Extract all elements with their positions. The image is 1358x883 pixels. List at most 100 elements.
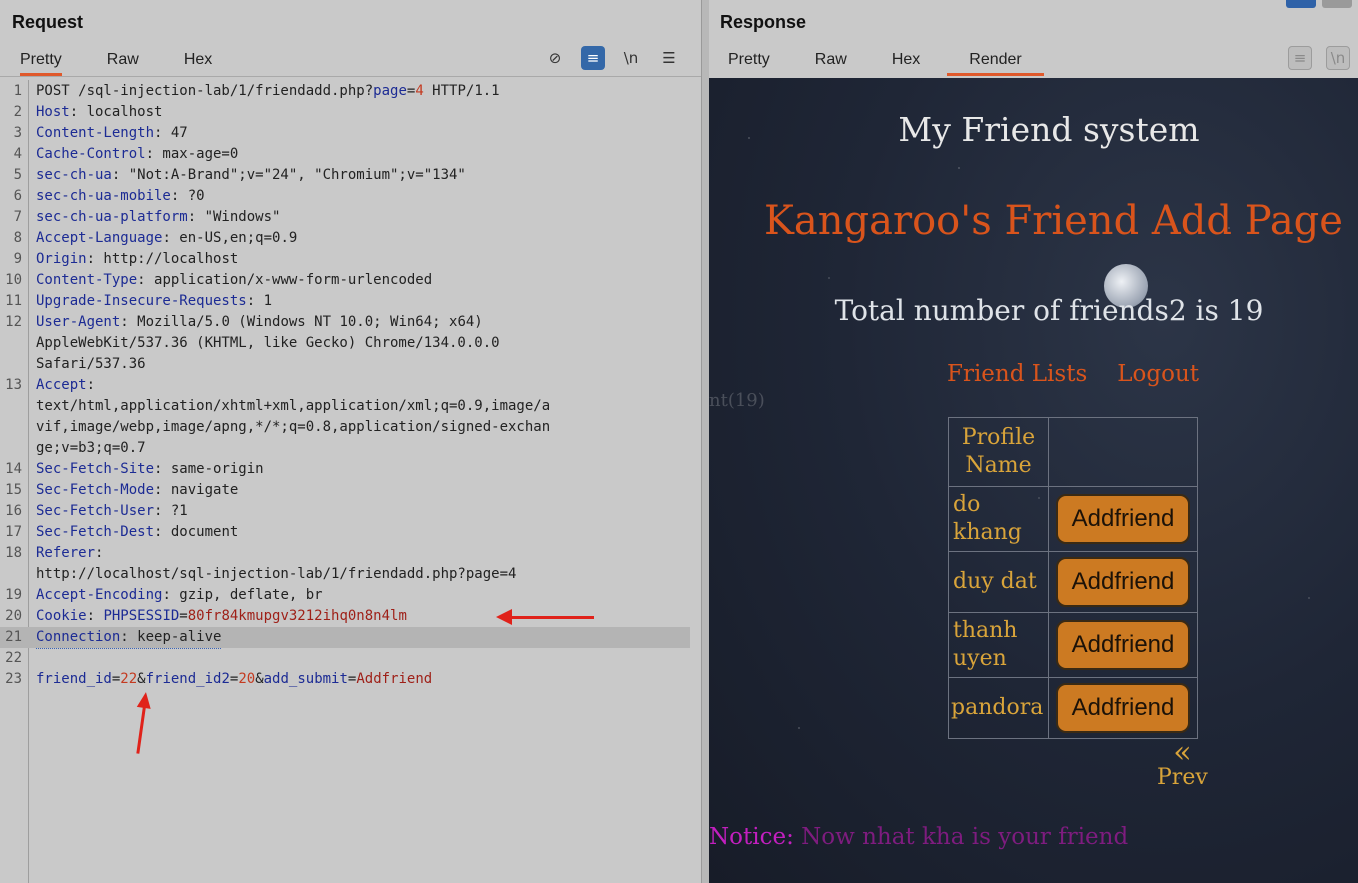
cookie-arrow-annotation xyxy=(496,609,594,625)
code-line[interactable]: 3 Content-Length: 47 xyxy=(0,123,690,144)
line-text: Content-Type: application/x-www-form-url… xyxy=(36,272,433,288)
wrap-lines-icon[interactable]: ≡ xyxy=(1288,46,1312,70)
code-line[interactable]: 7 sec-ch-ua-platform: "Windows" xyxy=(0,207,690,228)
profile-name-header: Profile Name xyxy=(949,418,1049,486)
code-line[interactable]: 19 Accept-Encoding: gzip, deflate, br xyxy=(0,585,690,606)
add-friend-button[interactable]: Addfriend xyxy=(1056,494,1190,544)
code-line[interactable]: 18 Referer: xyxy=(0,543,690,564)
code-line[interactable]: 6 sec-ch-ua-mobile: ?0 xyxy=(0,186,690,207)
line-number: 14 xyxy=(5,461,22,477)
menu-icon[interactable]: ☰ xyxy=(657,46,681,70)
line-number: 22 xyxy=(5,650,22,666)
code-line[interactable]: 15 Sec-Fetch-Mode: navigate xyxy=(0,480,690,501)
request-tabs: Pretty Raw Hex xyxy=(20,48,257,76)
code-line[interactable]: 9 Origin: http://localhost xyxy=(0,249,690,270)
code-line[interactable]: 16 Sec-Fetch-User: ?1 xyxy=(0,501,690,522)
line-number: 12 xyxy=(5,314,22,330)
prev-label: Prev xyxy=(1157,765,1208,790)
line-text: POST /sql-injection-lab/1/friendadd.php?… xyxy=(36,83,500,99)
tab-raw[interactable]: Raw xyxy=(815,48,847,76)
request-toolbar: ⊘ ≡ \n ☰ xyxy=(543,46,681,70)
request-editor[interactable]: 1 POST /sql-injection-lab/1/friendadd.php… xyxy=(0,80,701,883)
line-text: sec-ch-ua-mobile: ?0 xyxy=(36,188,205,204)
line-number: 7 xyxy=(13,209,22,225)
code-line[interactable]: 2 Host: localhost xyxy=(0,102,690,123)
code-line[interactable]: AppleWebKit/537.36 (KHTML, like Gecko) C… xyxy=(0,333,690,354)
code-line[interactable]: text/html,application/xhtml+xml,applicat… xyxy=(0,396,690,417)
code-line[interactable]: http://localhost/sql-injection-lab/1/fri… xyxy=(0,564,690,585)
line-text: Cookie: PHPSESSID=80fr84kmupgv3212ihq0n8… xyxy=(36,608,407,624)
line-text: ge;v=b3;q=0.7 xyxy=(36,440,146,456)
tab-raw[interactable]: Raw xyxy=(107,48,139,76)
add-friend-button[interactable]: Addfriend xyxy=(1056,557,1190,607)
code-line[interactable]: 12 User-Agent: Mozilla/5.0 (Windows NT 10… xyxy=(0,312,690,333)
line-number: 13 xyxy=(5,377,22,393)
code-line[interactable]: 11 Upgrade-Insecure-Requests: 1 xyxy=(0,291,690,312)
tab-pretty[interactable]: Pretty xyxy=(20,48,62,76)
line-number: 9 xyxy=(13,251,22,267)
code-line[interactable]: 5 sec-ch-ua: "Not:A-Brand";v="24", "Chrom… xyxy=(0,165,690,186)
newline-icon[interactable]: \n xyxy=(619,46,643,70)
code-line[interactable]: 10 Content-Type: application/x-www-form-u… xyxy=(0,270,690,291)
line-text: User-Agent: Mozilla/5.0 (Windows NT 10.0… xyxy=(36,314,483,330)
add-friend-button[interactable]: Addfriend xyxy=(1056,683,1190,733)
add-friend-button[interactable]: Addfriend xyxy=(1056,620,1190,670)
tab-hex[interactable]: Hex xyxy=(892,48,920,76)
line-text: Sec-Fetch-Mode: navigate xyxy=(36,482,239,498)
response-toolbar: ≡ \n xyxy=(1288,46,1350,70)
code-line[interactable]: 4 Cache-Control: max-age=0 xyxy=(0,144,690,165)
code-line[interactable]: Safari/537.36 xyxy=(0,354,690,375)
code-line[interactable]: 8 Accept-Language: en-US,en;q=0.9 xyxy=(0,228,690,249)
line-number: 3 xyxy=(13,125,22,141)
line-number: 19 xyxy=(5,587,22,603)
friend-count: Total number of friends2 is 19 xyxy=(834,294,1264,327)
line-number: 5 xyxy=(13,167,22,183)
line-text: AppleWebKit/537.36 (KHTML, like Gecko) C… xyxy=(36,335,500,351)
table-row: duy dat Addfriend xyxy=(949,552,1197,613)
double-chevron-left-icon: « xyxy=(1173,735,1192,770)
friend-name: thanh uyen xyxy=(949,613,1049,677)
wrap-lines-icon[interactable]: ≡ xyxy=(581,46,605,70)
tab-render[interactable]: Render xyxy=(947,48,1044,76)
code-line[interactable]: 1 POST /sql-injection-lab/1/friendadd.php… xyxy=(0,81,690,102)
friend-lists-link[interactable]: Friend Lists xyxy=(947,361,1087,387)
friend-name: do khang xyxy=(949,487,1049,551)
table-row: do khang Addfriend xyxy=(949,487,1197,552)
hide-nonprintable-icon[interactable]: ⊘ xyxy=(543,46,567,70)
notice-text: Now nhat kha is your friend xyxy=(801,824,1129,850)
notice-label: Notice: xyxy=(709,824,794,850)
line-text: Content-Length: 47 xyxy=(36,125,188,141)
line-text: Sec-Fetch-Dest: document xyxy=(36,524,239,540)
line-text: Connection: keep-alive xyxy=(36,627,222,649)
site-title: My Friend system xyxy=(898,110,1200,149)
line-number: 16 xyxy=(5,503,22,519)
code-line[interactable]: ge;v=b3;q=0.7 xyxy=(0,438,690,459)
code-line[interactable]: vif,image/webp,image/apng,*/*;q=0.8,appl… xyxy=(0,417,690,438)
layout-buttons xyxy=(1286,0,1352,8)
layout-split-icon[interactable] xyxy=(1286,0,1316,8)
line-text: text/html,application/xhtml+xml,applicat… xyxy=(36,398,551,414)
line-text: vif,image/webp,image/apng,*/*;q=0.8,appl… xyxy=(36,419,551,435)
tab-hex[interactable]: Hex xyxy=(184,48,212,76)
code-line[interactable]: 14 Sec-Fetch-Site: same-origin xyxy=(0,459,690,480)
line-text: Accept: xyxy=(36,377,96,393)
response-tabs: Pretty Raw Hex Render xyxy=(728,48,1089,76)
newline-icon[interactable]: \n xyxy=(1326,46,1350,70)
logout-link[interactable]: Logout xyxy=(1117,361,1199,387)
code-line[interactable]: 23 friend_id=22&friend_id2=20&add_submit=… xyxy=(0,669,690,690)
tab-pretty[interactable]: Pretty xyxy=(728,48,770,76)
code-line[interactable]: 21 Connection: keep-alive xyxy=(0,627,690,649)
layout-stack-icon[interactable] xyxy=(1322,0,1352,8)
pane-splitter[interactable] xyxy=(701,0,709,883)
response-pane: Response Pretty Raw Hex Render ≡ \n My F… xyxy=(709,0,1358,883)
prev-link[interactable]: « Prev xyxy=(1157,735,1208,791)
code-line[interactable]: 22 xyxy=(0,648,690,669)
code-line[interactable]: 17 Sec-Fetch-Dest: document xyxy=(0,522,690,543)
site-nav: Friend Lists Logout xyxy=(947,361,1199,387)
line-number: 6 xyxy=(13,188,22,204)
line-text: Accept-Encoding: gzip, deflate, br xyxy=(36,587,323,603)
code-line[interactable]: 13 Accept: xyxy=(0,375,690,396)
line-number: 23 xyxy=(5,671,22,687)
line-number: 2 xyxy=(13,104,22,120)
line-number: 4 xyxy=(13,146,22,162)
